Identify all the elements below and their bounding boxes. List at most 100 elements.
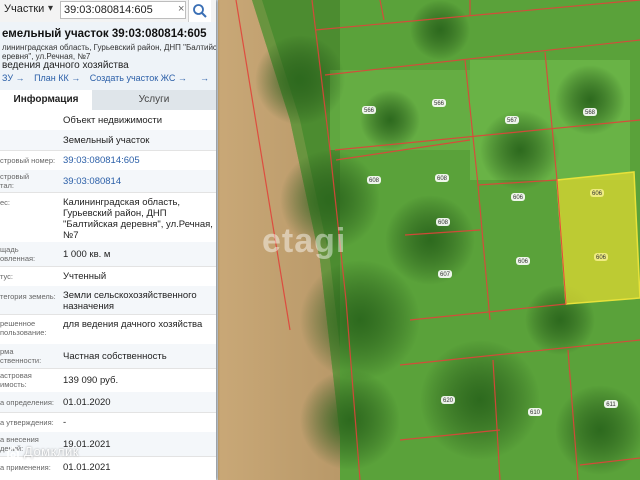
layer-select[interactable]: Участки bbox=[4, 3, 44, 15]
attribute-label: щадь bbox=[0, 245, 19, 254]
more-arrow-icon[interactable]: → bbox=[200, 73, 209, 83]
attribute-label: имость: bbox=[0, 380, 27, 389]
search-icon bbox=[193, 4, 207, 18]
svg-text:566: 566 bbox=[434, 101, 445, 107]
parcel-label: 568 bbox=[583, 108, 597, 116]
list-item: а применения: 01.01.2021 bbox=[0, 456, 216, 480]
parcel-label: 610 bbox=[528, 408, 542, 416]
svg-text:607: 607 bbox=[440, 272, 451, 278]
cadastral-number-link[interactable]: 39:03:080814:605 bbox=[63, 155, 213, 166]
link-create-parcel[interactable]: Создать участок ЖС → bbox=[90, 73, 187, 83]
parcel-label: 607 bbox=[438, 270, 452, 278]
brand-watermark: Домклик bbox=[24, 444, 79, 459]
list-item: тус: Учтенный bbox=[0, 266, 216, 287]
parcel-label: 606 bbox=[516, 257, 530, 265]
attribute-label: стровый номер: bbox=[0, 156, 56, 165]
chevron-down-icon[interactable]: ▾ bbox=[48, 3, 53, 14]
attribute-label: а внесения bbox=[0, 435, 39, 444]
search-bar: Участки ▾ × bbox=[0, 0, 216, 23]
svg-text:611: 611 bbox=[606, 402, 616, 408]
attribute-label: а утверждения: bbox=[0, 418, 54, 427]
address-line: лининградская область, Гурьевский район,… bbox=[2, 43, 216, 52]
attribute-label: тегория земель: bbox=[0, 292, 56, 301]
parcel-label: 566 bbox=[432, 99, 446, 107]
tab-bar: Информация Услуги bbox=[0, 90, 216, 110]
cadastral-quarter-link[interactable]: 39:03:080814 bbox=[63, 176, 213, 187]
tab-information[interactable]: Информация bbox=[0, 90, 92, 110]
list-item: тегория земель: Земли сельскохозяйственн… bbox=[0, 286, 216, 315]
list-item: а определения: 01.01.2020 bbox=[0, 392, 216, 413]
link-plan-kk[interactable]: План КК → bbox=[34, 73, 80, 83]
svg-text:608: 608 bbox=[437, 176, 448, 182]
svg-text:568: 568 bbox=[585, 110, 596, 116]
attribute-label: пользование: bbox=[0, 328, 47, 337]
attribute-value: - bbox=[63, 417, 67, 428]
attribute-label: стровый bbox=[0, 172, 30, 181]
parcel-label: 611 bbox=[604, 400, 618, 408]
parcel-label: 606 bbox=[511, 193, 525, 201]
info-panel: Участки ▾ × емельный участок 39:03:08081… bbox=[0, 0, 216, 480]
action-links: ЗУ → План КК → Создать участок ЖС → bbox=[2, 73, 194, 83]
svg-text:606: 606 bbox=[592, 191, 603, 197]
list-item: Объект недвижимости bbox=[0, 110, 216, 131]
parcel-label: 606 bbox=[594, 253, 608, 261]
clear-icon[interactable]: × bbox=[178, 3, 184, 15]
purpose-line: ведения дачного хозяйства bbox=[2, 60, 129, 71]
svg-text:567: 567 bbox=[507, 118, 518, 124]
list-item: стровый номер: 39:03:080814:605 bbox=[0, 150, 216, 171]
svg-text:566: 566 bbox=[364, 108, 375, 114]
attribute-value: Земельный участок bbox=[63, 135, 150, 146]
list-item: щадь овленная: 1 000 кв. м bbox=[0, 242, 216, 267]
attribute-value: 01.01.2020 bbox=[63, 397, 111, 408]
svg-text:606: 606 bbox=[518, 259, 529, 265]
attribute-value: Калининградская область, Гурьевский райо… bbox=[63, 197, 213, 241]
attribute-label: астровая bbox=[0, 371, 32, 380]
panel-divider bbox=[216, 0, 218, 480]
attribute-value: Частная собственность bbox=[63, 351, 167, 362]
list-item: решенное пользование: для ведения дачног… bbox=[0, 314, 216, 345]
attribute-label: а применения: bbox=[0, 463, 51, 472]
attribute-label: ес: bbox=[0, 198, 11, 207]
attribute-label: ственности: bbox=[0, 356, 42, 365]
attribute-value: 01.01.2021 bbox=[63, 462, 111, 473]
object-header: емельный участок 39:03:080814:605 лининг… bbox=[0, 22, 216, 90]
tab-services[interactable]: Услуги bbox=[92, 90, 216, 110]
search-input[interactable] bbox=[60, 1, 186, 19]
attribute-value: Объект недвижимости bbox=[63, 115, 163, 126]
attribute-value: 19.01.2021 bbox=[63, 439, 111, 450]
svg-text:606: 606 bbox=[596, 255, 607, 261]
list-item: Земельный участок bbox=[0, 130, 216, 151]
attribute-label: а определения: bbox=[0, 398, 54, 407]
svg-text:606: 606 bbox=[513, 195, 524, 201]
attribute-value: 139 090 руб. bbox=[63, 375, 119, 386]
list-item: рма ственности: Частная собственность bbox=[0, 344, 216, 369]
list-item: стровый тал: 39:03:080814 bbox=[0, 170, 216, 193]
attribute-label: тал: bbox=[0, 181, 14, 190]
attribute-label: рма bbox=[0, 347, 14, 356]
svg-text:608: 608 bbox=[438, 220, 449, 226]
watermark: etagi bbox=[262, 222, 347, 260]
list-item: ес: Калининградская область, Гурьевский … bbox=[0, 192, 216, 243]
link-zu[interactable]: ЗУ → bbox=[2, 73, 25, 83]
svg-text:608: 608 bbox=[369, 178, 380, 184]
domclick-logo-icon bbox=[7, 446, 19, 459]
parcel-label: 567 bbox=[505, 116, 519, 124]
attribute-label: решенное bbox=[0, 319, 36, 328]
attribute-label: овленная: bbox=[0, 254, 36, 263]
parcel-label: 620 bbox=[441, 396, 455, 404]
attribute-value: 1 000 кв. м bbox=[63, 249, 111, 260]
attribute-value: Земли сельскохозяйственного назначения bbox=[63, 290, 197, 312]
parcel-label: 608 bbox=[435, 174, 449, 182]
list-item: а утверждения: - bbox=[0, 412, 216, 433]
parcel-label: 606 bbox=[590, 189, 604, 197]
parcel-label: 608 bbox=[367, 176, 381, 184]
list-item: астровая имость: 139 090 руб. bbox=[0, 368, 216, 393]
page-title: емельный участок 39:03:080814:605 bbox=[2, 28, 207, 40]
parcel-label: 608 bbox=[436, 218, 450, 226]
attribute-label: тус: bbox=[0, 272, 14, 281]
search-button[interactable] bbox=[188, 0, 211, 22]
attribute-value: Учтенный bbox=[63, 271, 107, 282]
svg-text:620: 620 bbox=[443, 398, 454, 404]
parcel-label: 566 bbox=[362, 106, 376, 114]
svg-text:610: 610 bbox=[530, 410, 541, 416]
